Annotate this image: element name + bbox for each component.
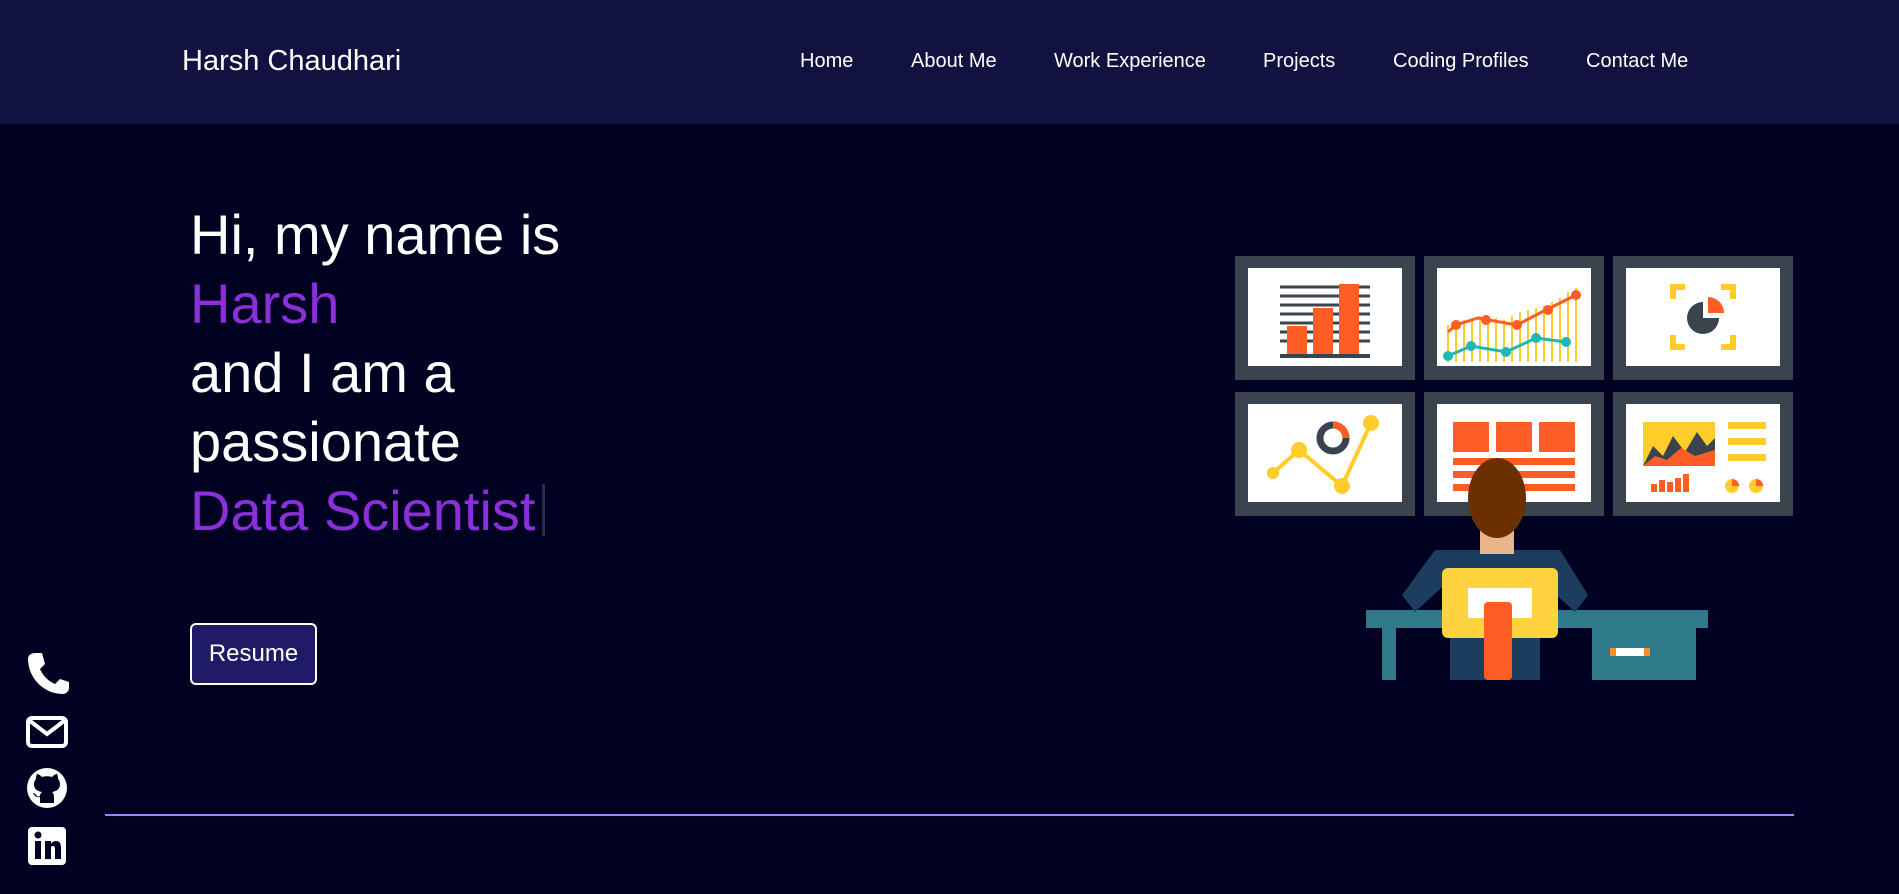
section-divider (105, 814, 1794, 816)
nav-work-experience[interactable]: Work Experience (1054, 50, 1206, 73)
nav-contact-me[interactable]: Contact Me (1586, 50, 1688, 73)
monitor-area-chart (1613, 392, 1793, 516)
mail-icon (26, 716, 68, 748)
phone-icon (28, 653, 69, 694)
hero-name: Harsh (190, 272, 340, 335)
linkedin-icon (28, 827, 66, 865)
hero-role-line: Data Scientist (190, 476, 560, 545)
hero-role: Data Scientist (190, 479, 536, 542)
github-icon (27, 768, 67, 808)
hero-intro: Hi, my name is Harsh and I am a passiona… (190, 200, 560, 545)
nav-links: Home About Me Work Experience Projects C… (0, 50, 1899, 80)
resume-button[interactable]: Resume (190, 623, 317, 685)
navbar: Harsh Chaudhari Home About Me Work Exper… (0, 0, 1899, 124)
hero-greeting: Hi, my name is (190, 203, 561, 266)
hero-line-3: and I am a (190, 341, 455, 404)
typing-cursor (541, 484, 545, 536)
nav-coding-profiles[interactable]: Coding Profiles (1393, 50, 1529, 73)
linkedin-link[interactable] (25, 824, 69, 868)
email-link[interactable] (25, 709, 69, 753)
hero-line-4: passionate (190, 410, 461, 473)
monitor-line-chart (1424, 256, 1604, 380)
monitor-focus-pie (1613, 256, 1793, 380)
monitor-bar-chart (1235, 256, 1415, 380)
phone-link[interactable] (25, 650, 69, 694)
nav-about-me[interactable]: About Me (911, 50, 997, 73)
monitor-scatter-donut (1235, 392, 1415, 516)
nav-projects[interactable]: Projects (1263, 50, 1335, 73)
nav-home[interactable]: Home (800, 50, 853, 73)
github-link[interactable] (25, 766, 69, 810)
data-scientist-illustration (1235, 256, 1793, 680)
